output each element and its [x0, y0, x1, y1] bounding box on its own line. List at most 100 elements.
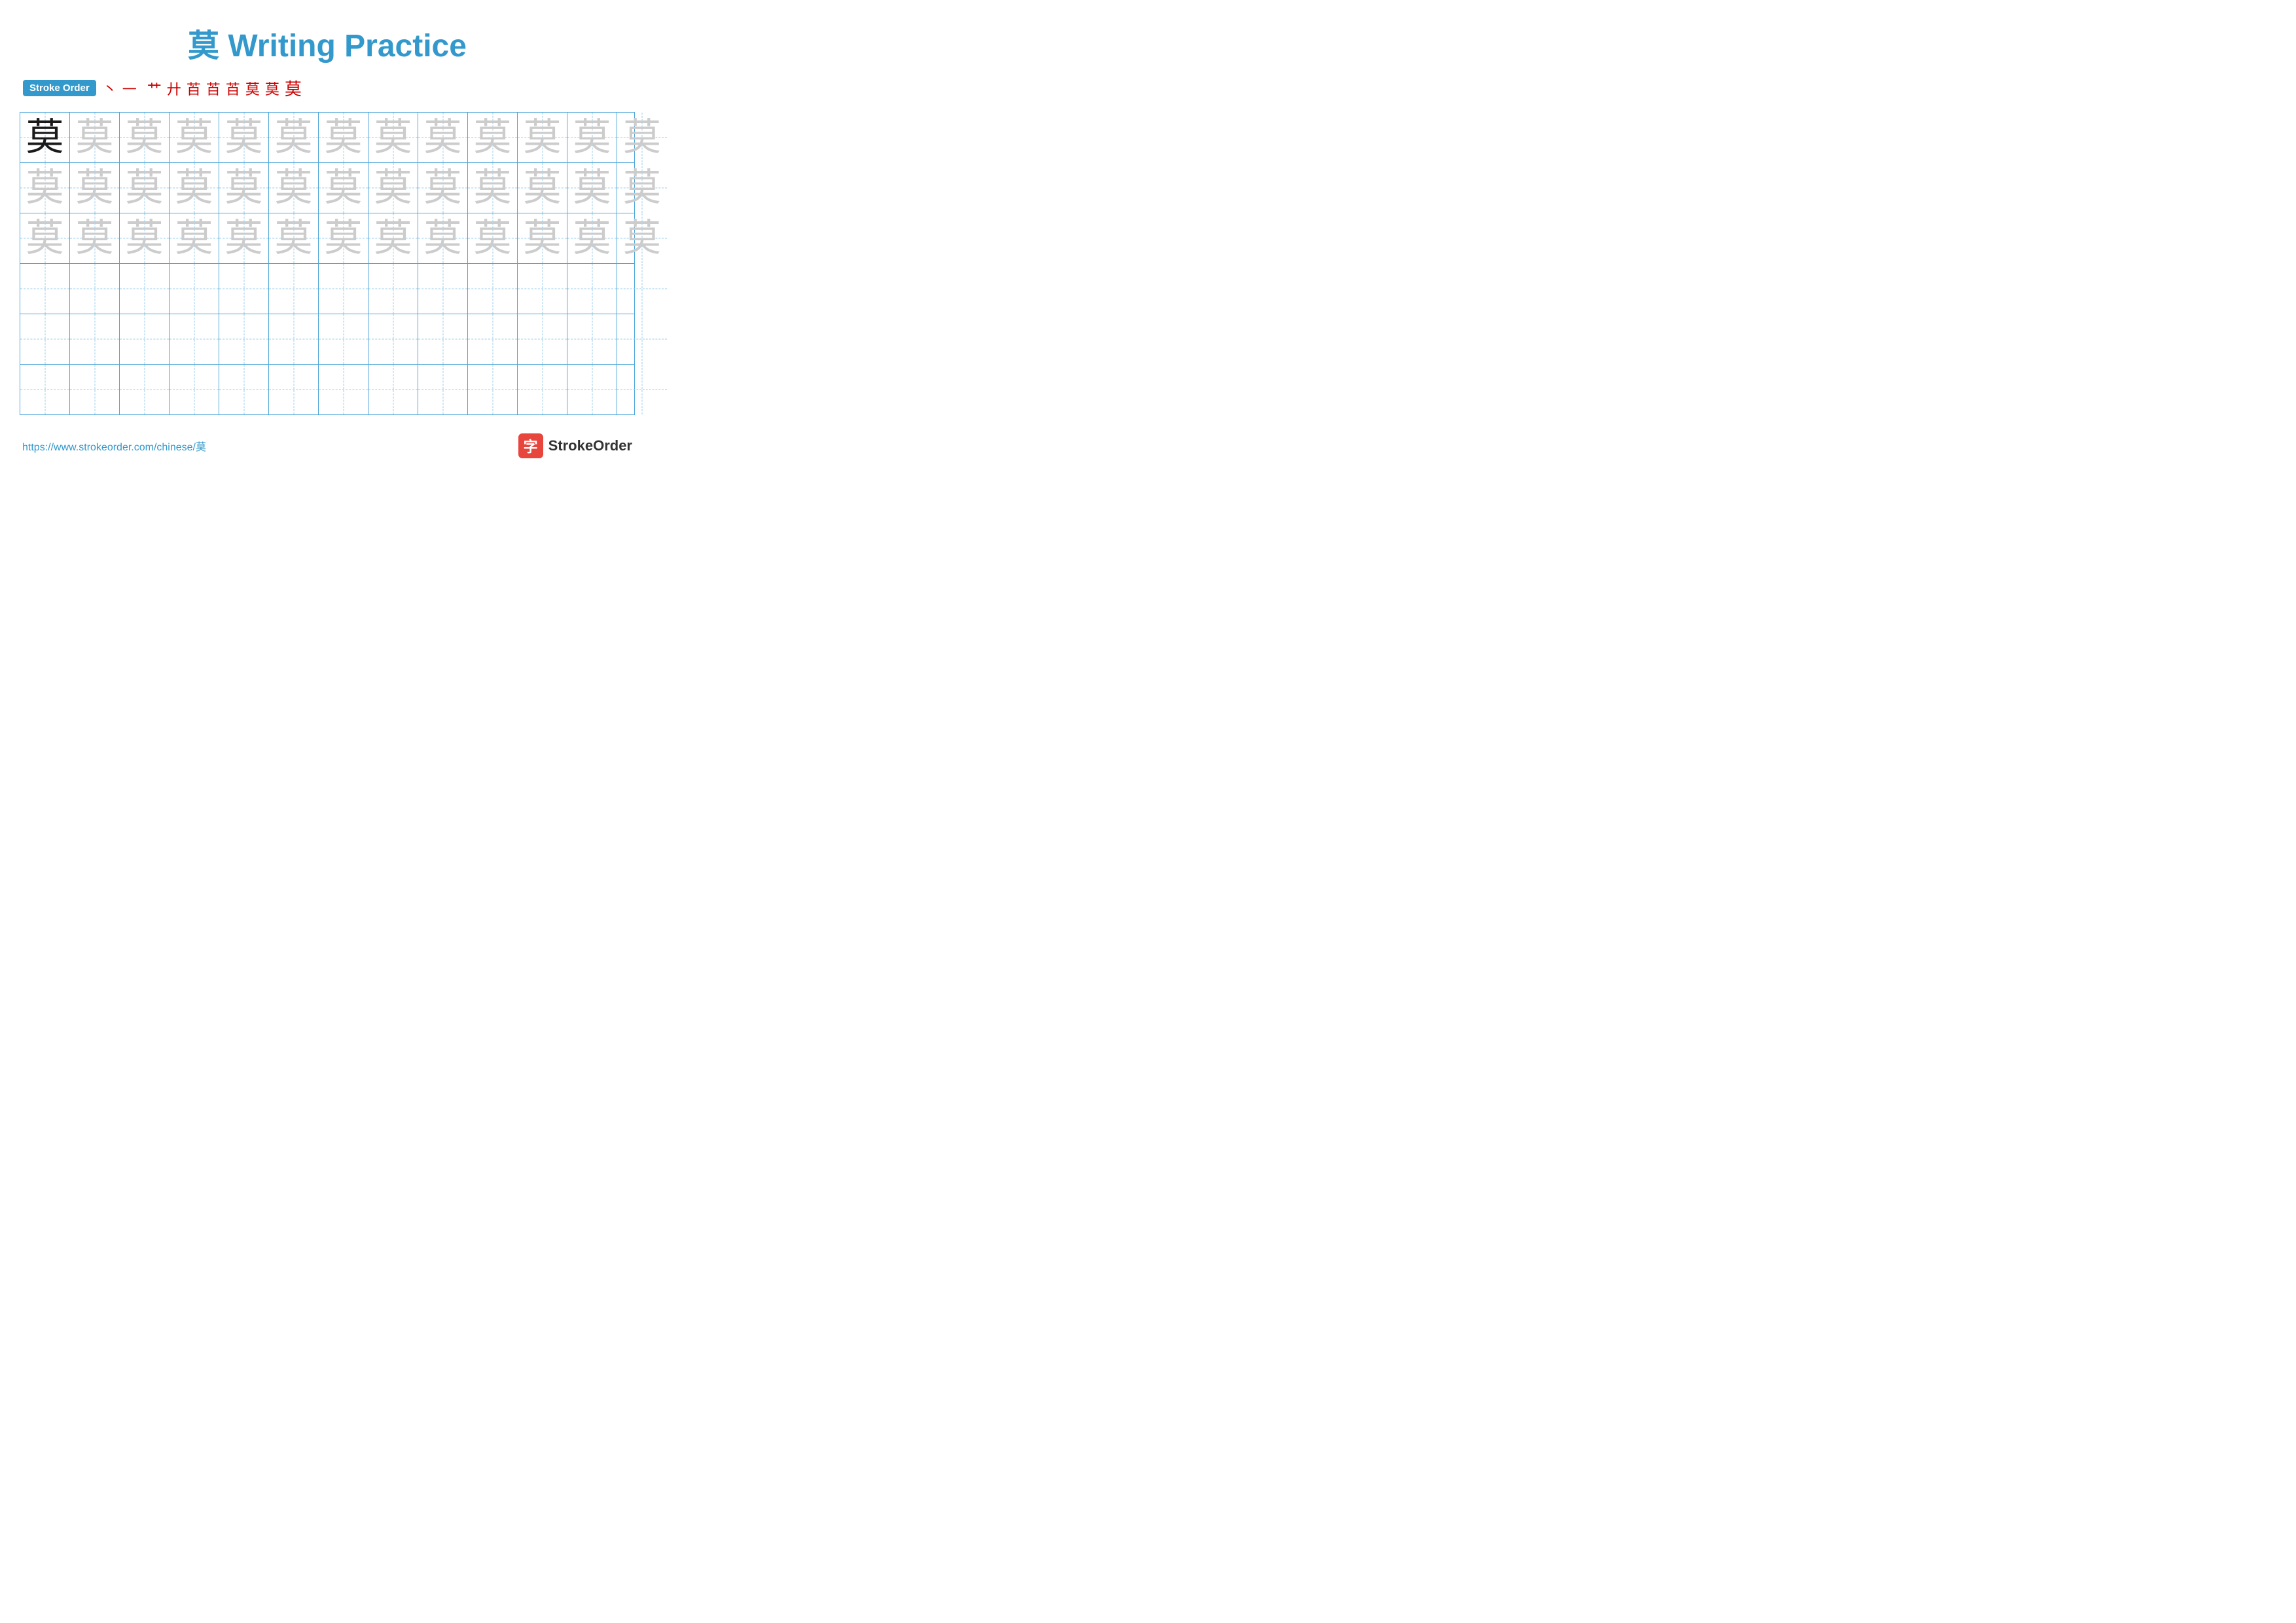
- grid-cell-empty[interactable]: [269, 314, 319, 364]
- grid-cell-empty[interactable]: [20, 365, 70, 414]
- char-light: 莫: [175, 169, 213, 207]
- grid-cell-empty[interactable]: [219, 314, 269, 364]
- grid-cell: 莫: [269, 213, 319, 263]
- grid-cell-empty[interactable]: [418, 365, 468, 414]
- grid-cell: 莫: [368, 213, 418, 263]
- grid-cell: 莫: [269, 113, 319, 162]
- stroke-order-badge: Stroke Order: [23, 80, 96, 96]
- grid-cell: 莫: [567, 113, 617, 162]
- char-light: 莫: [26, 169, 63, 207]
- grid-cell-empty[interactable]: [617, 365, 667, 414]
- footer: https://www.strokeorder.com/chinese/莫 字 …: [20, 433, 635, 458]
- grid-cell: 莫: [518, 163, 567, 213]
- char-light: 莫: [423, 169, 461, 207]
- grid-cell-empty[interactable]: [170, 264, 219, 314]
- char-light: 莫: [224, 119, 262, 156]
- grid-cell-empty[interactable]: [219, 264, 269, 314]
- grid-row-6: [20, 365, 634, 414]
- stroke-9: 莫: [245, 78, 260, 99]
- grid-row-5: [20, 314, 634, 365]
- grid-cell-empty[interactable]: [219, 365, 269, 414]
- char-light: 莫: [75, 169, 113, 207]
- grid-cell-empty[interactable]: [319, 314, 368, 364]
- grid-cell: 莫: [70, 213, 120, 263]
- char-light: 莫: [324, 219, 362, 257]
- grid-cell-empty[interactable]: [468, 314, 518, 364]
- grid-cell-empty[interactable]: [567, 314, 617, 364]
- grid-cell-empty[interactable]: [170, 314, 219, 364]
- grid-cell: 莫: [319, 213, 368, 263]
- footer-url-link[interactable]: https://www.strokeorder.com/chinese/莫: [22, 438, 206, 454]
- stroke-5: 廾: [167, 78, 181, 99]
- char-light: 莫: [473, 219, 511, 257]
- grid-cell-empty[interactable]: [368, 264, 418, 314]
- char-light: 莫: [26, 219, 63, 257]
- grid-cell: 莫: [567, 163, 617, 213]
- grid-cell-empty[interactable]: [120, 365, 170, 414]
- char-light: 莫: [573, 119, 611, 156]
- grid-cell-empty[interactable]: [20, 264, 70, 314]
- stroke-sequence: 丶 一 𠂌 艹 廾 苩 苩 苩 莫 莫 莫: [103, 76, 302, 100]
- grid-cell: 莫: [368, 163, 418, 213]
- grid-cell-empty[interactable]: [418, 264, 468, 314]
- grid-cell-empty[interactable]: [468, 264, 518, 314]
- grid-cell: 莫: [170, 213, 219, 263]
- char-light: 莫: [324, 119, 362, 156]
- stroke-7: 苩: [206, 78, 221, 99]
- char-light: 莫: [374, 219, 412, 257]
- grid-cell-empty[interactable]: [70, 314, 120, 364]
- grid-cell: 莫: [319, 113, 368, 162]
- grid-cell: 莫: [70, 113, 120, 162]
- stroke-2: 一: [122, 78, 137, 99]
- grid-cell-empty[interactable]: [70, 365, 120, 414]
- grid-cell: 莫: [70, 163, 120, 213]
- grid-cell-empty[interactable]: [120, 264, 170, 314]
- char-light: 莫: [175, 119, 213, 156]
- grid-cell-empty[interactable]: [518, 314, 567, 364]
- char-light: 莫: [623, 119, 661, 156]
- char-light: 莫: [324, 169, 362, 207]
- grid-cell: 莫: [468, 113, 518, 162]
- stroke-final: 莫: [285, 76, 302, 100]
- grid-cell-empty[interactable]: [567, 264, 617, 314]
- brand-icon: 字: [518, 433, 543, 458]
- char-light: 莫: [623, 169, 661, 207]
- stroke-10: 莫: [265, 78, 279, 99]
- char-light: 莫: [523, 219, 561, 257]
- grid-cell-empty[interactable]: [120, 314, 170, 364]
- grid-cell-empty[interactable]: [368, 365, 418, 414]
- grid-cell-empty[interactable]: [319, 264, 368, 314]
- grid-cell-empty[interactable]: [418, 314, 468, 364]
- char-light: 莫: [125, 169, 163, 207]
- stroke-6: 苩: [187, 78, 201, 99]
- grid-cell-empty[interactable]: [518, 365, 567, 414]
- char-light: 莫: [175, 219, 213, 257]
- grid-cell-empty[interactable]: [70, 264, 120, 314]
- grid-row-1: 莫 莫 莫 莫 莫 莫 莫 莫 莫 莫 莫 莫: [20, 113, 634, 163]
- char-light: 莫: [75, 219, 113, 257]
- grid-cell-empty[interactable]: [269, 264, 319, 314]
- grid-cell-empty[interactable]: [269, 365, 319, 414]
- grid-cell-empty[interactable]: [617, 264, 667, 314]
- grid-cell: 莫: [617, 163, 667, 213]
- grid-cell: 莫: [567, 213, 617, 263]
- grid-cell: 莫: [20, 163, 70, 213]
- grid-cell-empty[interactable]: [170, 365, 219, 414]
- char-light: 莫: [224, 219, 262, 257]
- char-light: 莫: [623, 219, 661, 257]
- char-light: 莫: [274, 219, 312, 257]
- char-dark: 莫: [26, 119, 63, 156]
- grid-cell-empty[interactable]: [468, 365, 518, 414]
- grid-row-2: 莫 莫 莫 莫 莫 莫 莫 莫 莫 莫 莫 莫 莫: [20, 163, 634, 213]
- grid-cell-empty[interactable]: [368, 314, 418, 364]
- char-light: 莫: [473, 169, 511, 207]
- char-light: 莫: [423, 219, 461, 257]
- grid-cell-empty[interactable]: [518, 264, 567, 314]
- grid-cell-empty[interactable]: [319, 365, 368, 414]
- grid-cell: 莫: [20, 213, 70, 263]
- grid-cell-empty[interactable]: [20, 314, 70, 364]
- grid-cell-empty[interactable]: [617, 314, 667, 364]
- char-light: 莫: [374, 169, 412, 207]
- grid-cell-empty[interactable]: [567, 365, 617, 414]
- grid-cell: 莫: [20, 113, 70, 162]
